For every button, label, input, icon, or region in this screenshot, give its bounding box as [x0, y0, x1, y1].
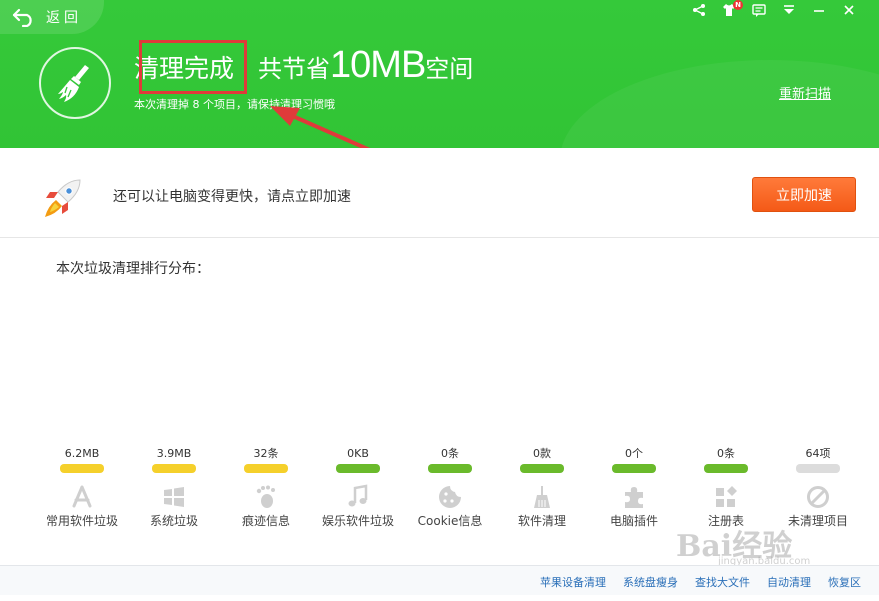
- window-controls: N: [691, 0, 857, 18]
- menu-icon[interactable]: [781, 2, 797, 18]
- category-value: 0条: [717, 447, 735, 460]
- category-bar: [336, 464, 380, 473]
- category-bar: [796, 464, 840, 473]
- cookie-icon: [436, 483, 464, 511]
- category-item[interactable]: 0个 电脑插件: [588, 446, 680, 529]
- category-item[interactable]: 32条 痕迹信息: [220, 446, 312, 529]
- back-arrow-icon: [12, 8, 32, 27]
- footer-link-recovery-area[interactable]: 恢复区: [828, 574, 861, 590]
- footprint-icon: [252, 483, 280, 511]
- rescan-link[interactable]: 重新扫描: [779, 83, 831, 102]
- category-bar: [152, 464, 196, 473]
- prohibited-icon: [804, 483, 832, 511]
- category-value: 6.2MB: [64, 447, 100, 460]
- category-bar: [704, 464, 748, 473]
- speed-up-button[interactable]: 立即加速: [752, 177, 856, 212]
- category-value: 0个: [625, 447, 643, 460]
- back-button[interactable]: 返回: [0, 0, 104, 34]
- speed-up-message: 还可以让电脑变得更快，请点立即加速: [113, 189, 351, 205]
- share-icon[interactable]: [691, 2, 707, 18]
- category-item[interactable]: 0KB 娱乐软件垃圾: [312, 446, 404, 529]
- app-store-icon: [68, 483, 96, 511]
- windows-icon: [160, 483, 188, 511]
- speed-up-bar: 还可以让电脑变得更快，请点立即加速 立即加速: [0, 148, 879, 238]
- footer-link-apple-device-cleanup[interactable]: 苹果设备清理: [540, 574, 606, 590]
- music-note-icon: [344, 483, 372, 511]
- category-label: 软件清理: [517, 514, 566, 528]
- title-saved-prefix: 共节省: [258, 55, 331, 83]
- minimize-icon[interactable]: [811, 2, 827, 18]
- distribution-title: 本次垃圾清理排行分布：: [56, 261, 210, 277]
- footer-links: 苹果设备清理 系统盘瘦身 查找大文件 自动清理 恢复区: [540, 574, 861, 590]
- puzzle-icon: [620, 483, 648, 511]
- notification-badge: N: [733, 0, 743, 10]
- category-value: 0KB: [347, 447, 369, 460]
- category-bar: [428, 464, 472, 473]
- footer-link-auto-cleanup[interactable]: 自动清理: [767, 574, 811, 590]
- category-value: 64项: [805, 447, 831, 460]
- message-icon[interactable]: [751, 2, 767, 18]
- category-label: 系统垃圾: [149, 514, 198, 528]
- category-item[interactable]: 0条 注册表: [680, 446, 772, 529]
- broom-badge: [39, 47, 111, 119]
- back-label: 返回: [46, 10, 82, 26]
- category-value: 3.9MB: [156, 447, 192, 460]
- category-label: 痕迹信息: [241, 514, 290, 528]
- category-label: 娱乐软件垃圾: [321, 514, 394, 528]
- rocket-icon: [40, 176, 86, 226]
- footer-bar: 苹果设备清理 系统盘瘦身 查找大文件 自动清理 恢复区: [0, 565, 879, 595]
- category-item[interactable]: 64项 未清理项目: [772, 446, 864, 529]
- category-item[interactable]: 0款 软件清理: [496, 446, 588, 529]
- category-bar: [612, 464, 656, 473]
- category-bar: [520, 464, 564, 473]
- category-item[interactable]: 6.2MB 常用软件垃圾: [36, 446, 128, 529]
- category-value: 32条: [253, 447, 279, 460]
- shirt-skin-icon[interactable]: N: [721, 0, 743, 18]
- category-label: 电脑插件: [609, 514, 658, 528]
- category-item[interactable]: 0条 Cookie信息: [404, 446, 496, 529]
- title-saved-suffix: 空间: [425, 55, 474, 83]
- header-decoration: [560, 60, 879, 148]
- category-label: 常用软件垃圾: [45, 514, 118, 528]
- broom-icon: [528, 483, 556, 511]
- broom-icon: [58, 65, 89, 102]
- registry-blocks-icon: [712, 483, 740, 511]
- annotation-highlight-box: [139, 40, 247, 94]
- category-item[interactable]: 3.9MB 系统垃圾: [128, 446, 220, 529]
- category-value: 0款: [533, 447, 551, 460]
- footer-link-find-large-files[interactable]: 查找大文件: [695, 574, 750, 590]
- footer-link-system-disk-slim[interactable]: 系统盘瘦身: [623, 574, 678, 590]
- category-value: 0条: [441, 447, 459, 460]
- close-icon[interactable]: [841, 2, 857, 18]
- category-bar: [60, 464, 104, 473]
- title-saved-size: 10MB: [330, 44, 426, 86]
- category-label: Cookie信息: [417, 514, 483, 528]
- category-bar: [244, 464, 288, 473]
